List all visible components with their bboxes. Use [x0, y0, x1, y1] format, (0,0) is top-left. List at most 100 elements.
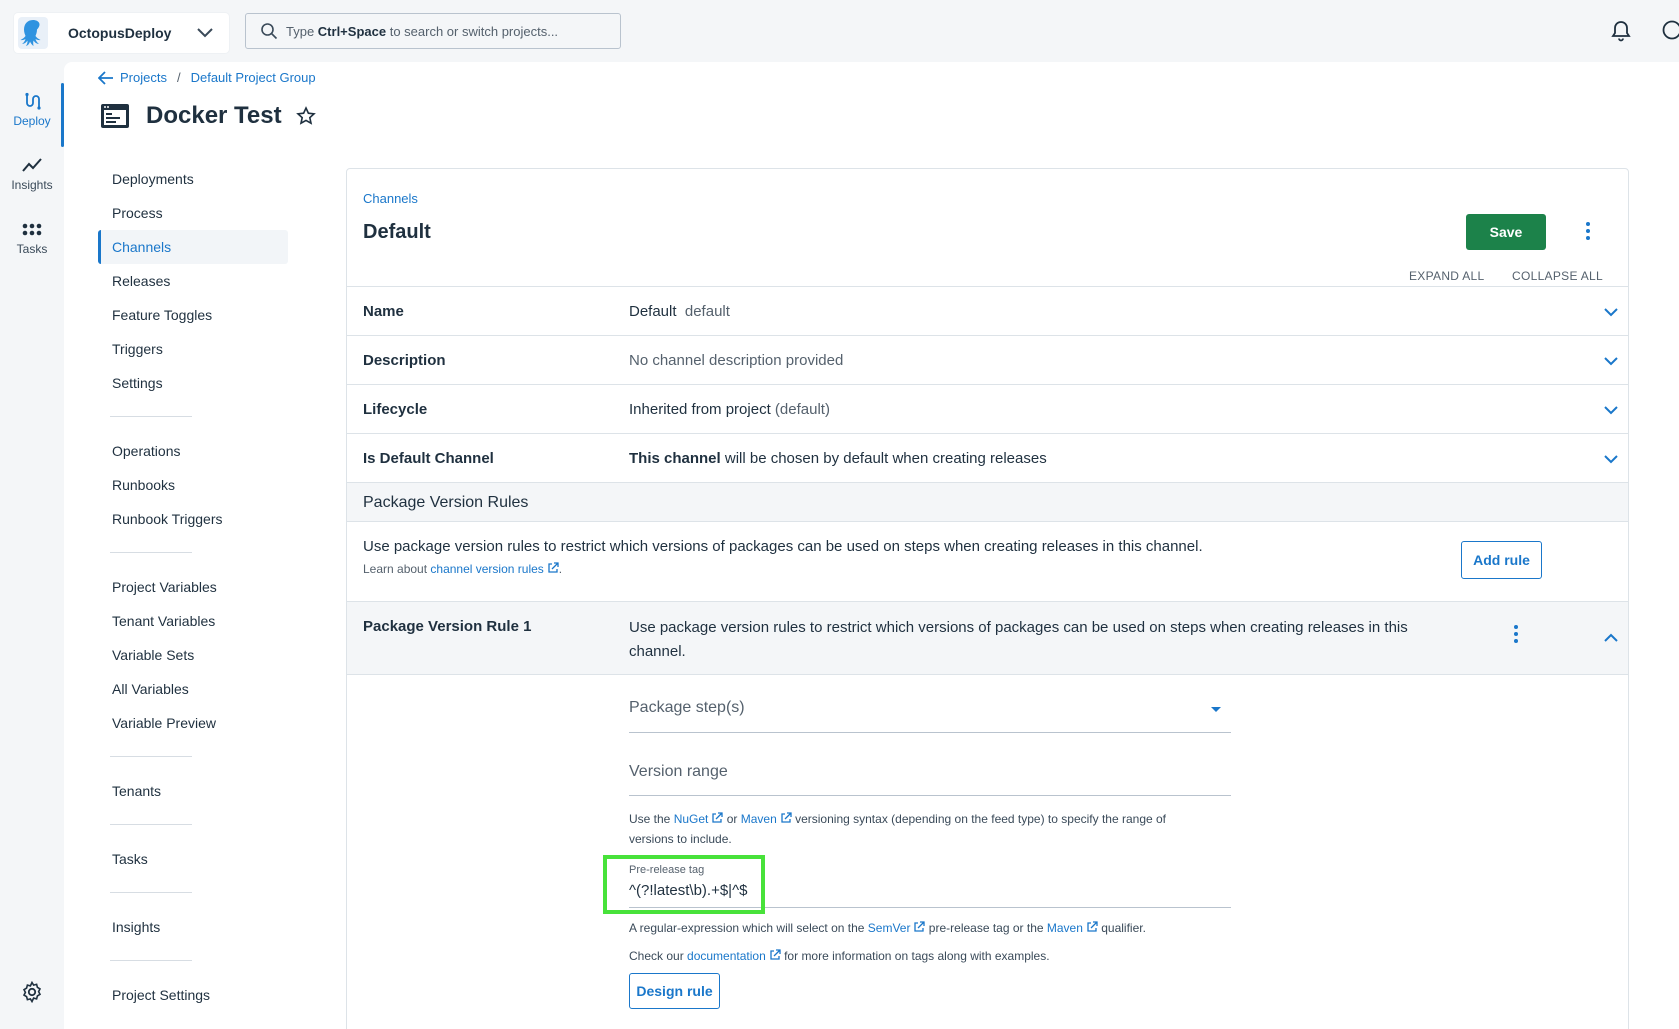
nav-item-tasks[interactable]: Tasks	[98, 842, 288, 876]
package-steps-select[interactable]: Package step(s)	[629, 699, 1231, 733]
save-button[interactable]: Save	[1466, 214, 1546, 250]
nav-item-project-variables[interactable]: Project Variables	[98, 570, 288, 604]
maven-qualifier-link[interactable]: Maven	[1047, 921, 1083, 935]
collapse-all-button[interactable]: COLLAPSE ALL	[1512, 269, 1603, 283]
arrow-left-icon[interactable]	[98, 70, 114, 85]
nav-item-process[interactable]: Process	[98, 196, 288, 230]
rail-label: Insights	[11, 178, 53, 192]
title-row: Docker Test	[100, 102, 316, 130]
design-rule-button[interactable]: Design rule	[629, 973, 720, 1009]
maven-link[interactable]: Maven	[741, 812, 777, 826]
bell-icon[interactable]	[1611, 20, 1631, 42]
row-value: Default default	[629, 302, 730, 320]
space-switcher[interactable]: OctopusDeploy	[14, 13, 229, 53]
project-sidenav: Deployments Process Channels Releases Fe…	[98, 162, 358, 1012]
nav-divider	[110, 756, 192, 757]
nav-item-runbooks[interactable]: Runbooks	[98, 468, 288, 502]
version-range-input[interactable]: Version range	[629, 763, 1231, 796]
search-icon	[261, 23, 278, 40]
external-link-icon	[548, 562, 559, 573]
version-range-help: Use the NuGet or Maven versioning syntax…	[629, 812, 1167, 846]
lifecycle-row[interactable]: Lifecycle Inherited from project (defaul…	[347, 385, 1628, 434]
row-label: Lifecycle	[363, 400, 428, 418]
documentation-help: Check our documentation for more informa…	[629, 949, 1050, 963]
nav-item-tenant-variables[interactable]: Tenant Variables	[98, 604, 288, 638]
nav-item-project-settings[interactable]: Project Settings	[98, 978, 288, 1012]
external-link-icon	[781, 812, 792, 823]
chevron-down-icon[interactable]	[1603, 353, 1619, 369]
channel-card: Channels Default Save EXPAND ALL COLLAPS…	[346, 168, 1629, 1029]
row-value: This channel will be chosen by default w…	[629, 449, 1047, 467]
octopus-logo-icon	[18, 17, 48, 49]
nav-divider	[110, 824, 192, 825]
more-vert-icon[interactable]	[1584, 221, 1592, 241]
highlight-box	[603, 855, 765, 914]
nav-divider	[110, 960, 192, 961]
channel-version-rules-link[interactable]: channel version rules	[430, 562, 543, 576]
more-vert-icon[interactable]	[1512, 624, 1520, 644]
nav-item-feature-toggles[interactable]: Feature Toggles	[98, 298, 288, 332]
expand-all-button[interactable]: EXPAND ALL	[1409, 269, 1484, 283]
description-row[interactable]: Description No channel description provi…	[347, 336, 1628, 385]
rule-body: Package step(s) Version range Use the Nu…	[347, 675, 1628, 1029]
caret-down-icon	[1211, 707, 1221, 712]
semver-link[interactable]: SemVer	[868, 921, 911, 935]
nav-item-triggers[interactable]: Triggers	[98, 332, 288, 366]
package-version-rules-header: Package Version Rules	[347, 483, 1628, 522]
breadcrumb-project-group[interactable]: Default Project Group	[191, 70, 316, 85]
rail-item-tasks[interactable]: Tasks	[0, 222, 64, 256]
nav-item-all-variables[interactable]: All Variables	[98, 672, 288, 706]
nav-item-settings[interactable]: Settings	[98, 366, 288, 400]
nav-item-runbook-triggers[interactable]: Runbook Triggers	[98, 502, 288, 536]
star-icon[interactable]	[295, 106, 316, 126]
row-value: Inherited from project (default)	[629, 400, 830, 418]
is-default-row[interactable]: Is Default Channel This channel will be …	[347, 434, 1628, 483]
nav-item-channels[interactable]: Channels	[98, 230, 288, 264]
row-label: Description	[363, 351, 446, 369]
rail-label: Tasks	[16, 242, 48, 256]
rail-item-deploy[interactable]: Deploy	[0, 92, 64, 128]
rule-description: Use package version rules to restrict wh…	[629, 619, 1408, 660]
nav-divider	[110, 416, 192, 417]
channels-breadcrumb[interactable]: Channels	[363, 191, 418, 206]
nuget-link[interactable]: NuGet	[674, 812, 709, 826]
left-rail: Deploy Insights Tasks	[0, 62, 64, 1029]
package-version-rule-1-header[interactable]: Package Version Rule 1 Use package versi…	[347, 602, 1628, 675]
nav-item-operations[interactable]: Operations	[98, 434, 288, 468]
main-area: Projects / Default Project Group Docker …	[64, 62, 1679, 1029]
nav-item-insights[interactable]: Insights	[98, 910, 288, 944]
chevron-down-icon	[197, 28, 213, 38]
chevron-down-icon[interactable]	[1603, 304, 1619, 320]
breadcrumb-projects[interactable]: Projects	[120, 70, 167, 85]
card-header: Channels Default Save EXPAND ALL COLLAPS…	[347, 169, 1628, 287]
chevron-down-icon[interactable]	[1603, 451, 1619, 467]
documentation-link[interactable]: documentation	[687, 949, 766, 963]
tasks-icon	[22, 223, 42, 236]
nav-item-releases[interactable]: Releases	[98, 264, 288, 298]
row-value: No channel description provided	[629, 351, 844, 369]
nav-item-variable-sets[interactable]: Variable Sets	[98, 638, 288, 672]
package-steps-placeholder: Package step(s)	[629, 699, 745, 716]
chevron-up-icon[interactable]	[1603, 630, 1619, 646]
version-range-placeholder: Version range	[629, 763, 728, 780]
search-input[interactable]: Type Ctrl+Space to search or switch proj…	[245, 13, 621, 49]
add-rule-button[interactable]: Add rule	[1461, 541, 1542, 579]
pvr-description-text: Use package version rules to restrict wh…	[363, 538, 1203, 555]
name-row[interactable]: Name Default default	[347, 287, 1628, 336]
nav-item-tenants[interactable]: Tenants	[98, 774, 288, 808]
gear-icon[interactable]	[21, 981, 43, 1003]
chevron-down-icon[interactable]	[1603, 402, 1619, 418]
breadcrumb-separator: /	[176, 70, 181, 85]
help-icon[interactable]	[1662, 20, 1679, 40]
rail-item-insights[interactable]: Insights	[0, 156, 64, 192]
page-title: Docker Test	[146, 102, 282, 129]
nav-item-deployments[interactable]: Deployments	[98, 162, 288, 196]
external-link-icon	[712, 812, 724, 823]
deploy-icon	[25, 92, 41, 110]
insights-icon	[22, 158, 42, 172]
external-link-icon	[1087, 921, 1098, 932]
pvr-learn-text: Learn about channel version rules.	[363, 562, 563, 576]
package-version-rules-description: Use package version rules to restrict wh…	[347, 522, 1628, 602]
nav-item-variable-preview[interactable]: Variable Preview	[98, 706, 288, 740]
channel-title: Default	[363, 221, 431, 243]
